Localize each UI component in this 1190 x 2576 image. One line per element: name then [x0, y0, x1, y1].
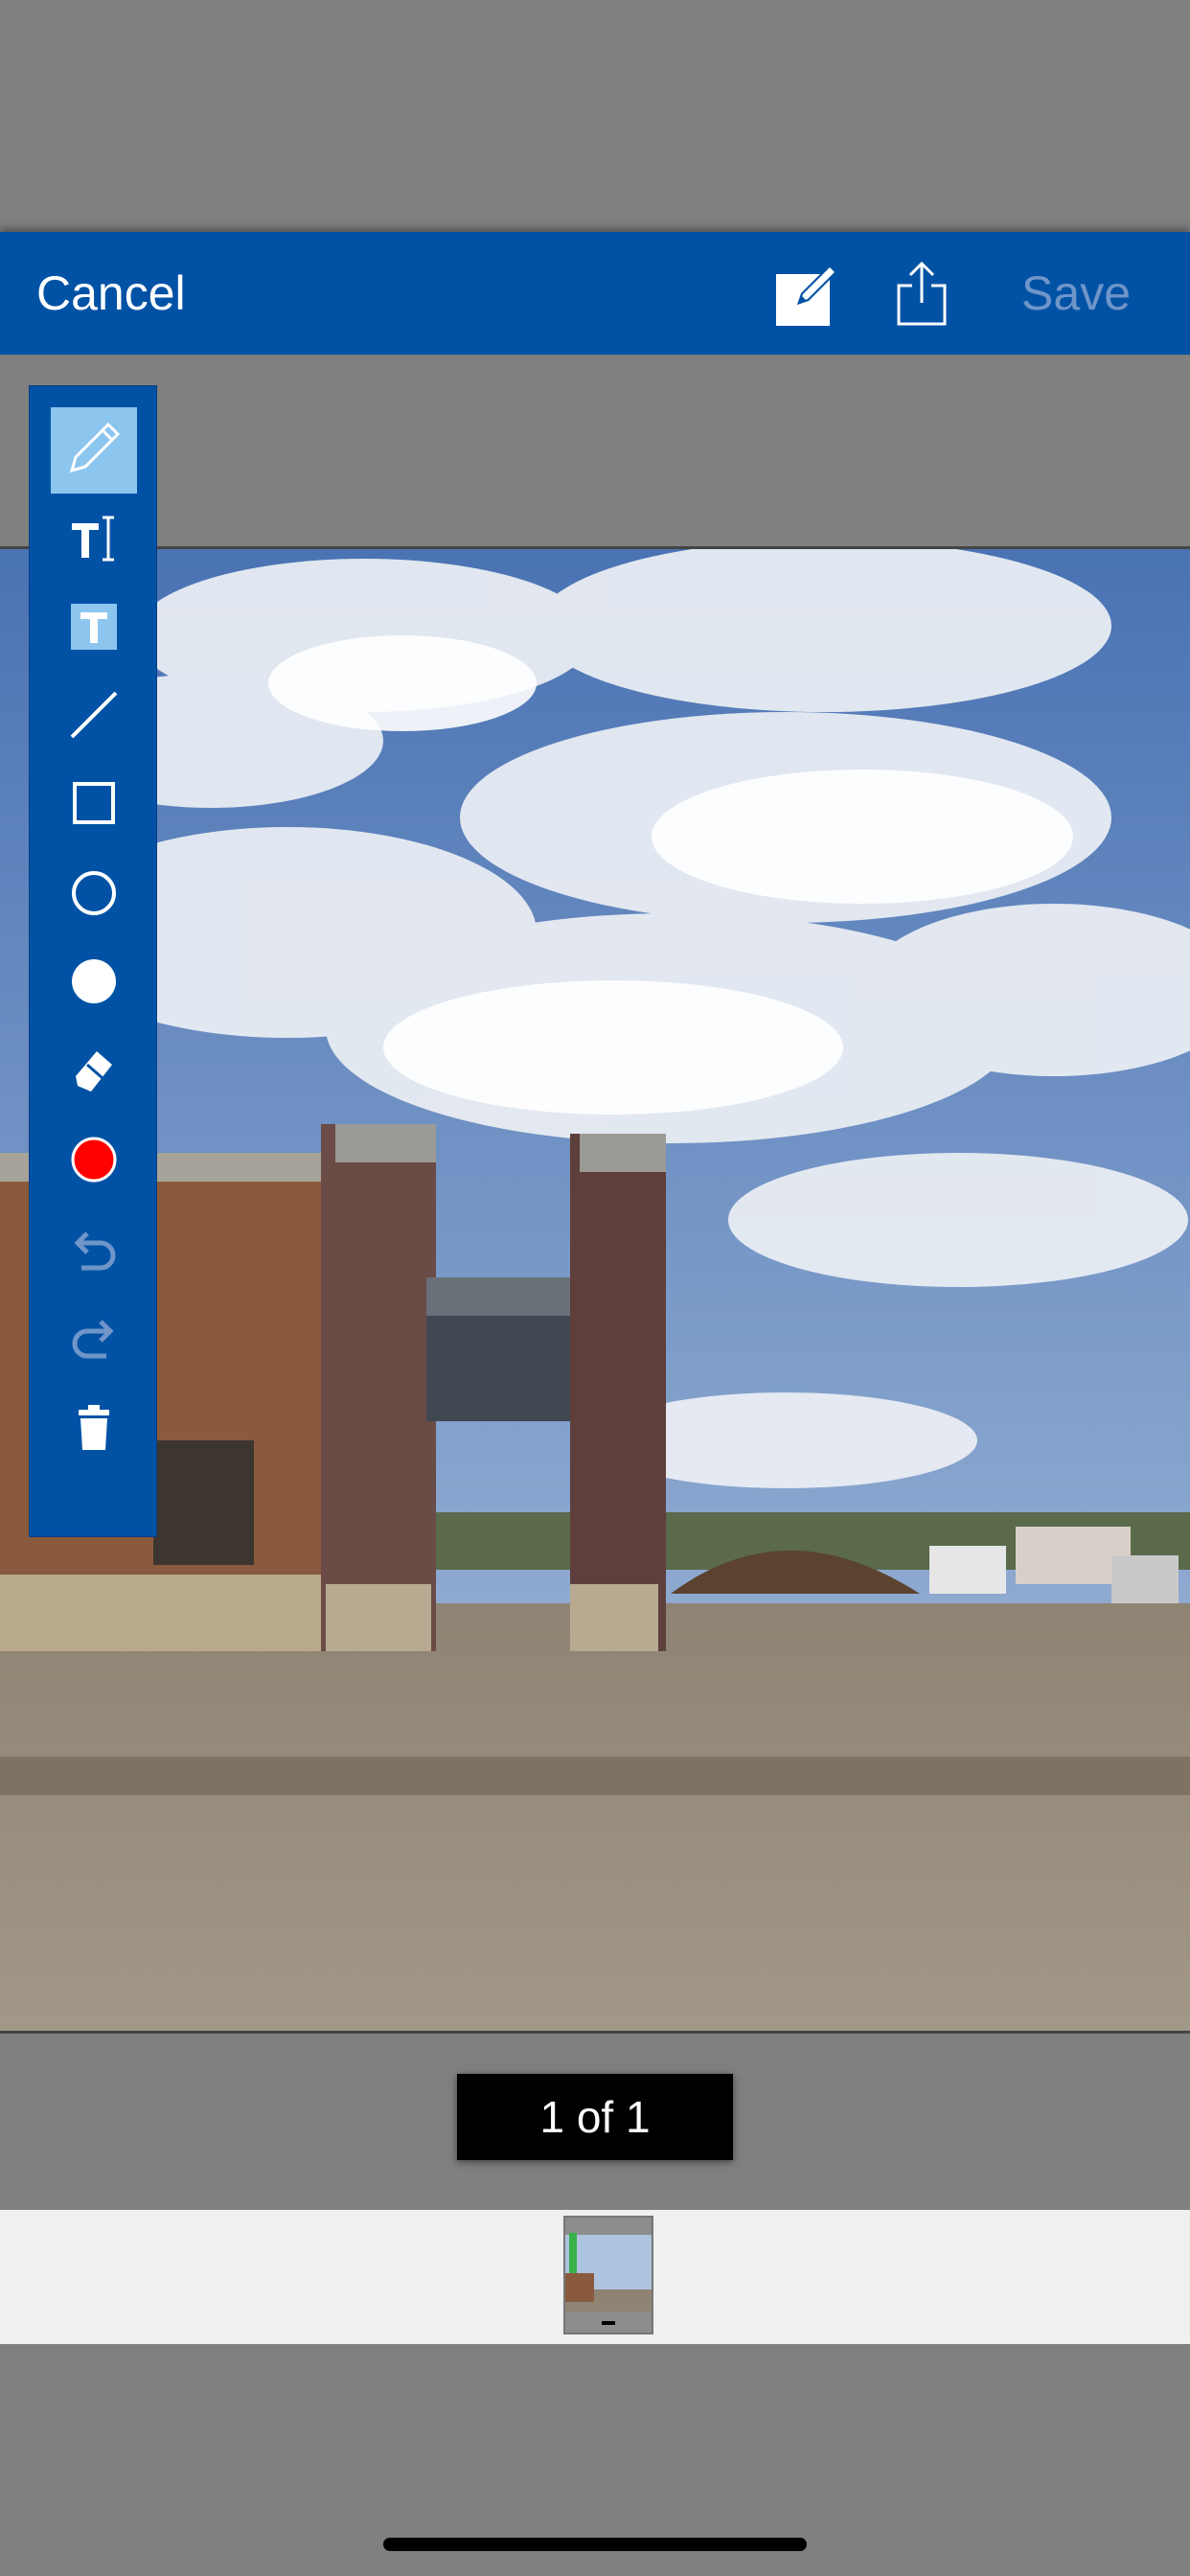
share-icon[interactable] [895, 261, 949, 328]
rectangle-tool[interactable] [51, 762, 137, 848]
color-circle-icon [60, 1126, 127, 1198]
delete-button[interactable] [51, 1387, 137, 1473]
annotation-toolbar [29, 385, 157, 1537]
page-thumbnail[interactable] [563, 2216, 653, 2334]
line-icon [60, 681, 127, 753]
text-tool[interactable] [51, 496, 137, 583]
eraser-tool[interactable] [51, 1030, 137, 1116]
undo-button[interactable] [51, 1208, 137, 1295]
circle-outline-icon [60, 860, 127, 932]
trash-icon [60, 1394, 127, 1466]
square-outline-icon [60, 770, 127, 841]
text-cursor-icon [60, 504, 127, 576]
text-box-tool[interactable] [51, 586, 137, 672]
page-indicator: 1 of 1 [457, 2074, 733, 2160]
color-picker[interactable] [51, 1118, 137, 1205]
pencil-tool[interactable] [51, 407, 137, 494]
eraser-icon [60, 1038, 127, 1110]
undo-icon [60, 1216, 127, 1288]
cancel-button[interactable]: Cancel [36, 266, 186, 320]
line-tool[interactable] [51, 674, 137, 760]
pencil-icon [60, 415, 127, 487]
navigation-bar: Cancel Save [0, 232, 1190, 355]
circle-filled-icon [60, 948, 127, 1020]
photo-canvas[interactable] [0, 546, 1190, 2034]
edit-icon[interactable] [774, 261, 841, 328]
text-box-icon [60, 593, 127, 665]
filled-ellipse-tool[interactable] [51, 940, 137, 1026]
thumbnail-strip [0, 2210, 1190, 2344]
home-indicator [383, 2538, 807, 2551]
redo-icon [60, 1304, 127, 1376]
save-button[interactable]: Save [1021, 266, 1131, 320]
redo-button[interactable] [51, 1297, 137, 1383]
ellipse-tool[interactable] [51, 852, 137, 938]
